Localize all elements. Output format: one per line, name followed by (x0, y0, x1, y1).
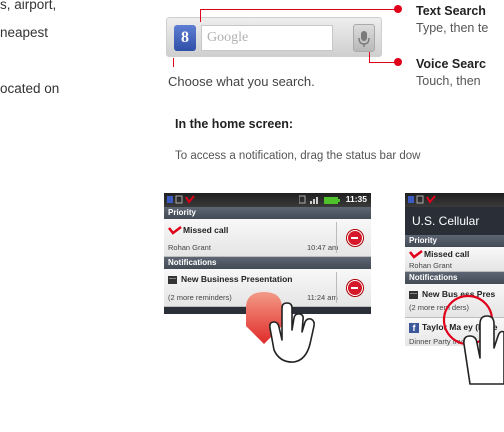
section-paragraph: To access a notification, drag the statu… (175, 150, 421, 162)
tap-gesture-icon (442, 294, 504, 385)
dismiss-button[interactable] (347, 230, 363, 246)
callout-line-caption (173, 58, 174, 67)
missed-call-notification[interactable]: Missed call Rohan Grant 10:47 am (164, 219, 371, 257)
callout-dot-voice (394, 58, 402, 66)
section-heading: In the home screen: (175, 117, 294, 131)
google-search-button[interactable]: 8 (174, 25, 196, 51)
search-input[interactable]: Google (201, 25, 333, 51)
presentation-sub: (2 more reminders) (168, 293, 232, 302)
voice-search-body: Touch, then (416, 74, 481, 88)
missed-call-title: Missed call (424, 249, 470, 259)
missed-call-time: 10:47 am (307, 243, 339, 252)
notifications-header: Notifications (405, 272, 504, 284)
status-bar[interactable]: 11:35 (164, 193, 371, 207)
callout-line-voice (369, 52, 370, 62)
status-icons-left (167, 195, 195, 204)
presentation-title: New Business Presentation (181, 274, 293, 284)
carrier-label: U.S. Cellular (405, 207, 504, 235)
missed-call-icon (168, 226, 182, 235)
left-text-line-2: neapest (0, 25, 49, 40)
clock-time: 11:35 (345, 194, 367, 204)
calendar-icon (168, 276, 177, 284)
divider (336, 272, 337, 303)
notifications-header: Notifications (164, 257, 371, 269)
status-icons-left (408, 195, 436, 204)
calendar-icon (409, 291, 418, 299)
priority-header: Priority (164, 207, 371, 219)
left-text-line-3: ocated on (0, 81, 60, 96)
left-text-line-1: s, airport, (0, 0, 57, 12)
text-search-title: Text Search (416, 4, 486, 18)
divider (336, 222, 337, 253)
status-bar[interactable] (405, 193, 504, 207)
missed-call-name: Rohan Grant (409, 261, 452, 270)
drag-gesture-hand-icon (246, 292, 315, 363)
signal-battery-icons (299, 195, 340, 204)
search-widget: 8 Google (166, 17, 382, 57)
missed-call-icon (409, 250, 423, 259)
priority-header: Priority (405, 235, 504, 247)
voice-search-button[interactable] (353, 24, 375, 52)
text-search-body: Type, then te (416, 21, 489, 35)
missed-call-title: Missed call (183, 225, 229, 235)
callout-line-text (200, 9, 201, 22)
missed-call-notification[interactable]: Missed call Rohan Grant (405, 247, 504, 272)
callout-dot-text (394, 5, 402, 13)
microphone-icon (358, 31, 370, 47)
voice-search-title: Voice Searc (416, 57, 486, 71)
missed-call-name: Rohan Grant (168, 243, 211, 252)
callout-line-text-h (200, 9, 399, 10)
search-caption: Choose what you search. (168, 74, 315, 89)
dismiss-button[interactable] (347, 280, 363, 296)
facebook-icon: f (409, 323, 419, 333)
